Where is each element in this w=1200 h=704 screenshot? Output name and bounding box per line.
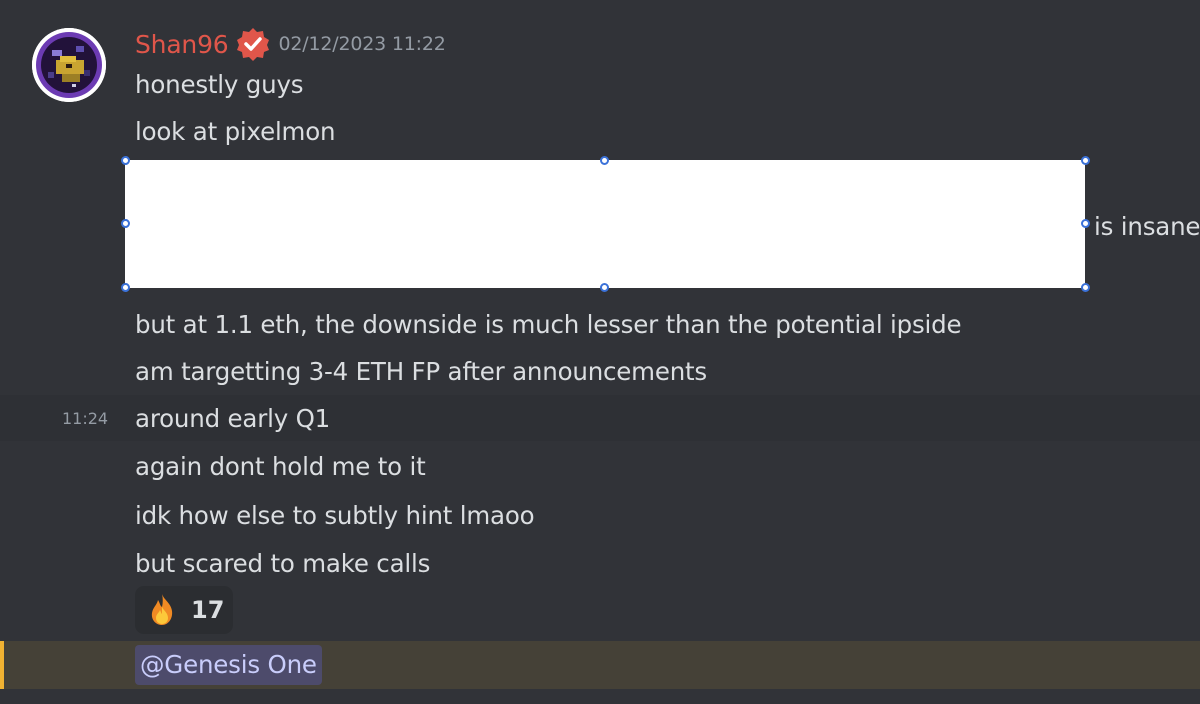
selection-handle[interactable] <box>1081 219 1090 228</box>
selection-handle[interactable] <box>1081 283 1090 292</box>
username[interactable]: Shan96 <box>135 30 229 59</box>
mention-message-row: @Genesis One <box>0 641 1200 689</box>
verified-badge-icon <box>236 28 269 61</box>
redaction-box[interactable] <box>125 160 1085 288</box>
message-timestamp: 02/12/2023 11:22 <box>278 33 446 55</box>
selection-handle[interactable] <box>600 283 609 292</box>
message-text: but at 1.1 eth, the downside is much les… <box>135 309 962 339</box>
reaction-count: 17 <box>191 596 225 624</box>
message-line: honestly guys <box>0 61 1200 107</box>
fire-icon <box>151 594 173 625</box>
selection-handle[interactable] <box>121 156 130 165</box>
message-line: again dont hold me to it <box>0 443 1200 489</box>
message-text: but scared to make calls <box>135 548 431 578</box>
message-text: again dont hold me to it <box>135 451 426 481</box>
message-text: honestly guys <box>135 69 304 99</box>
hover-timestamp: 11:24 <box>62 408 109 428</box>
message-line: idk how else to subtly hint lmaoo <box>0 492 1200 538</box>
user-mention[interactable]: @Genesis One <box>135 645 322 685</box>
selection-handle[interactable] <box>121 219 130 228</box>
message-text: am targetting 3-4 ETH FP after announcem… <box>135 356 707 386</box>
message-line: but scared to make calls <box>0 540 1200 586</box>
message-text: idk how else to subtly hint lmaoo <box>135 500 535 530</box>
selection-handle[interactable] <box>600 156 609 165</box>
selection-handle[interactable] <box>121 283 130 292</box>
message-line: am targetting 3-4 ETH FP after announcem… <box>0 348 1200 394</box>
selection-handle[interactable] <box>1081 156 1090 165</box>
message-text: look at pixelmon <box>135 116 336 146</box>
reaction-button[interactable]: 17 <box>135 586 233 634</box>
message-line: but at 1.1 eth, the downside is much les… <box>0 301 1200 347</box>
chat-view: Shan96 02/12/2023 11:22 honestly guys lo… <box>0 0 1200 704</box>
message-text: is insane <box>1094 212 1200 241</box>
message-text: around early Q1 <box>135 403 331 433</box>
message-line: look at pixelmon <box>0 108 1200 154</box>
message-header: Shan96 02/12/2023 11:22 <box>135 26 446 62</box>
mention-highlight-bar <box>0 641 4 689</box>
message-line-hovered[interactable]: 11:24 around early Q1 <box>0 395 1200 441</box>
